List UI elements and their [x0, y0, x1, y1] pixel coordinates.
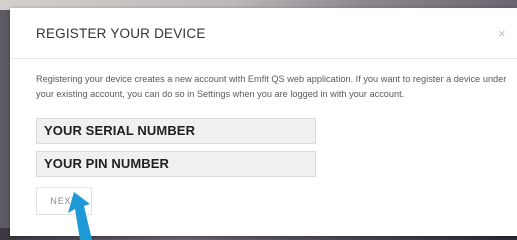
pointer-arrow-icon	[68, 192, 92, 240]
registration-description: Registering your device creates a new ac…	[36, 74, 507, 99]
serial-number-field[interactable]: YOUR SERIAL NUMBER	[36, 118, 316, 144]
pin-number-field[interactable]: YOUR PIN NUMBER	[36, 151, 316, 177]
modal-header: REGISTER YOUR DEVICE ×	[10, 8, 517, 59]
modal-title: REGISTER YOUR DEVICE	[36, 26, 206, 41]
close-button[interactable]: ×	[498, 26, 506, 41]
